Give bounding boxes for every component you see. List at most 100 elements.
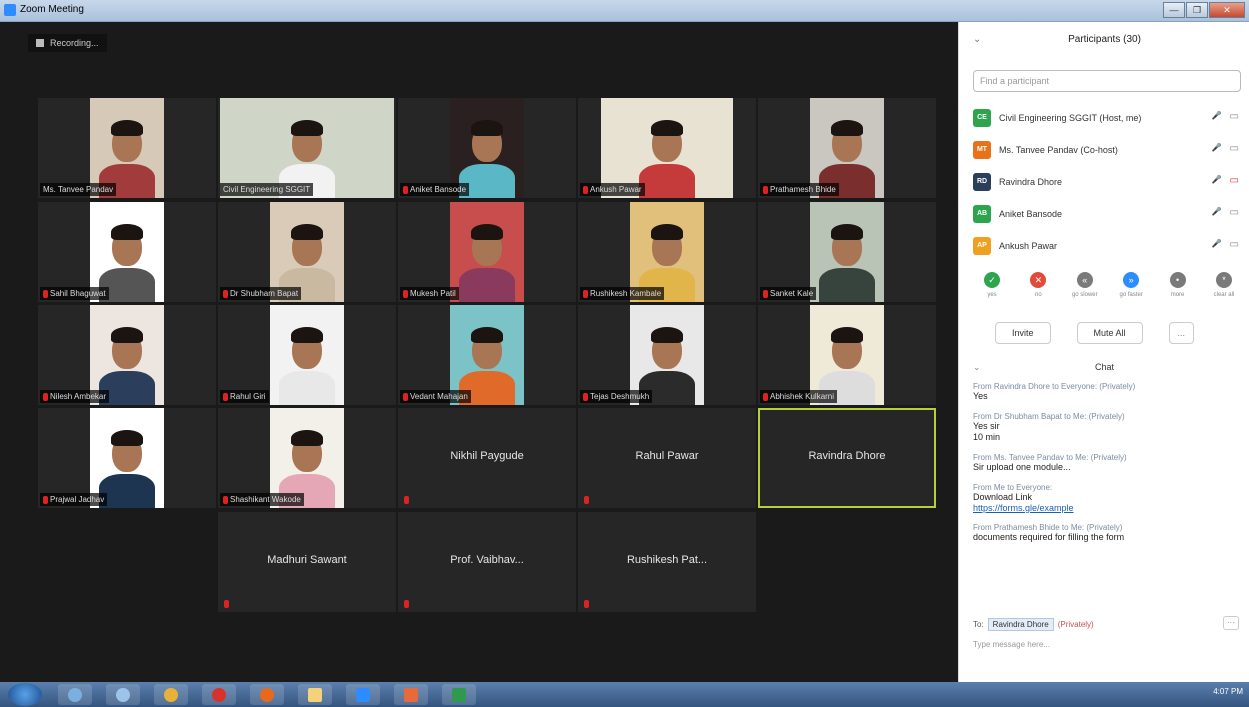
participant-tile[interactable]: Rahul Giri <box>218 305 396 405</box>
participant-row-name: Ms. Tanvee Pandav (Co-host) <box>999 145 1118 155</box>
start-button[interactable] <box>8 683 42 706</box>
participant-name: Prajwal Jadhav <box>50 495 105 504</box>
pause-icon <box>36 39 44 47</box>
participant-hair <box>111 224 143 240</box>
participant-name-label: Prajwal Jadhav <box>40 493 108 506</box>
participant-tile[interactable]: Ms. Tanvee Pandav <box>38 98 216 198</box>
participant-tile[interactable]: Mukesh Patil <box>398 202 576 302</box>
participant-row[interactable]: AP Ankush Pawar 🎤 ▭ <box>973 230 1243 262</box>
participant-hair <box>291 327 323 343</box>
participant-name: Shashikant Wakode <box>230 495 301 504</box>
participant-tile[interactable]: Prathamesh Bhide <box>758 98 936 198</box>
taskbar-icon-explorer[interactable] <box>58 684 92 705</box>
chat-message: From Ms. Tanvee Pandav to Me: (Privately… <box>973 453 1239 473</box>
participant-tile[interactable]: Ravindra Dhore <box>758 408 936 508</box>
recipient-select[interactable]: Ravindra Dhore <box>987 618 1054 631</box>
chat-message-sender: From Me to Everyone: <box>973 483 1053 492</box>
chat-message: From Ravindra Dhore to Everyone: (Privat… <box>973 382 1239 402</box>
participant-tile[interactable]: Sanket Kale <box>758 202 936 302</box>
reaction-label: clear all <box>1213 292 1235 298</box>
muted-mic-icon <box>224 600 229 608</box>
more-options-button[interactable]: ... <box>1168 322 1195 344</box>
muted-mic-icon <box>404 496 409 504</box>
reaction-go-faster-button[interactable]: » go faster <box>1112 272 1150 298</box>
reaction-go-slower-button[interactable]: « go slower <box>1066 272 1104 298</box>
participant-name-label: Rahul Giri <box>220 390 269 403</box>
chat-collapse-icon[interactable]: ⌄ <box>973 362 981 373</box>
participant-shirt <box>459 268 515 302</box>
participant-name: Ankush Pawar <box>590 185 642 194</box>
taskbar-icon-zoom[interactable] <box>346 684 380 705</box>
participant-hair <box>471 327 503 343</box>
close-button[interactable]: ✕ <box>1209 2 1245 18</box>
participant-tile[interactable]: Abhishek Kulkarni <box>758 305 936 405</box>
chat-message-link[interactable]: https://forms.gle/example <box>973 503 1239 513</box>
participant-hair <box>471 120 503 136</box>
participant-tile[interactable]: Dr Shubham Bapat <box>218 202 396 302</box>
participant-video <box>450 202 524 302</box>
taskbar-icon-firefox[interactable] <box>250 684 284 705</box>
mute-all-button[interactable]: Mute All <box>1076 322 1143 344</box>
privately-label: (Privately) <box>1057 620 1094 629</box>
reaction-clear-all-button[interactable]: * clear all <box>1205 272 1243 298</box>
participant-name: Prof. Vaibhav... <box>450 554 524 566</box>
reaction-more-button[interactable]: • more <box>1159 272 1197 298</box>
taskbar-icon-chrome[interactable] <box>154 684 188 705</box>
muted-mic-icon <box>583 289 588 298</box>
participant-tile[interactable]: Madhuri Sawant <box>218 512 396 612</box>
participant-name-label: Prathamesh Bhide <box>760 183 839 196</box>
participant-tile[interactable]: Prajwal Jadhav <box>38 408 216 508</box>
participant-name-label: Ms. Tanvee Pandav <box>40 183 117 196</box>
taskbar-icon-excel[interactable] <box>442 684 476 705</box>
participant-tile[interactable]: Sahil Bhaguwat <box>38 202 216 302</box>
participant-hair <box>831 120 863 136</box>
reaction-no-icon: ✕ <box>1030 272 1047 288</box>
participant-search-input[interactable]: Find a participant <box>973 70 1241 92</box>
reaction-no-button[interactable]: ✕ no <box>1019 272 1057 298</box>
reaction-yes-button[interactable]: ✓ yes <box>973 272 1011 298</box>
chat-header: ⌄ Chat <box>959 362 1249 372</box>
chat-more-button[interactable]: ··· <box>1223 616 1239 630</box>
mic-icon: 🎤 <box>1211 143 1222 152</box>
invite-button[interactable]: Invite <box>995 322 1051 344</box>
participant-tile[interactable]: Prof. Vaibhav... <box>398 512 576 612</box>
participant-row[interactable]: MT Ms. Tanvee Pandav (Co-host) 🎤 ▭ <box>973 134 1243 166</box>
participant-tile[interactable]: Ankush Pawar <box>578 98 756 198</box>
participant-name-label: Sanket Kale <box>760 287 817 300</box>
taskbar-icon-opera[interactable] <box>202 684 236 705</box>
participant-row[interactable]: RD Ravindra Dhore 🎤 ▭ <box>973 166 1243 198</box>
participant-name-label: Shashikant Wakode <box>220 493 304 506</box>
muted-mic-icon <box>583 392 588 401</box>
taskbar-icon-media[interactable] <box>106 684 140 705</box>
participant-name: Abhishek Kulkarni <box>770 392 835 401</box>
video-gallery: Recording... Ms. Tanvee Pandav Civil Engi… <box>8 22 958 682</box>
participant-row[interactable]: AB Aniket Bansode 🎤 ▭ <box>973 198 1243 230</box>
participant-tile[interactable]: Rahul Pawar <box>578 408 756 508</box>
participant-tile[interactable]: Rushikesh Kambale <box>578 202 756 302</box>
participant-name-label: Ankush Pawar <box>580 183 645 196</box>
muted-mic-icon <box>584 496 589 504</box>
maximize-button[interactable]: ❐ <box>1186 2 1208 18</box>
participant-tile[interactable]: Nikhil Paygude <box>398 408 576 508</box>
participant-tile[interactable]: Tejas Deshmukh <box>578 305 756 405</box>
participant-status-icons: 🎤 ▭ <box>1212 111 1239 122</box>
minimize-button[interactable]: — <box>1163 2 1185 18</box>
participant-tile[interactable]: Civil Engineering SGGIT <box>218 98 396 198</box>
participant-name: Dr Shubham Bapat <box>230 289 299 298</box>
participant-video <box>270 305 344 405</box>
participant-tile[interactable]: Shashikant Wakode <box>218 408 396 508</box>
participant-tile[interactable]: Vedant Mahajan <box>398 305 576 405</box>
taskbar-icon-office[interactable] <box>394 684 428 705</box>
participant-tile[interactable]: Nilesh Ambekar <box>38 305 216 405</box>
zoom-window: Zoom Meeting — ❐ ✕ Recording... Ms. Tanv… <box>0 0 1249 707</box>
chat-input[interactable]: Type message here... <box>973 640 1050 649</box>
participant-hair <box>111 430 143 446</box>
recording-indicator[interactable]: Recording... <box>28 34 107 52</box>
participant-tile[interactable]: Rushikesh Pat... <box>578 512 756 612</box>
chat-message-text: Yes <box>973 391 988 401</box>
taskbar-icon-folder[interactable] <box>298 684 332 705</box>
mic-icon: 🎤 <box>1211 111 1222 120</box>
chat-message: From Me to Everyone: Download Link https:/… <box>973 483 1239 513</box>
participant-row[interactable]: CE Civil Engineering SGGIT (Host, me) 🎤 ▭ <box>973 102 1243 134</box>
participant-tile[interactable]: Aniket Bansode <box>398 98 576 198</box>
